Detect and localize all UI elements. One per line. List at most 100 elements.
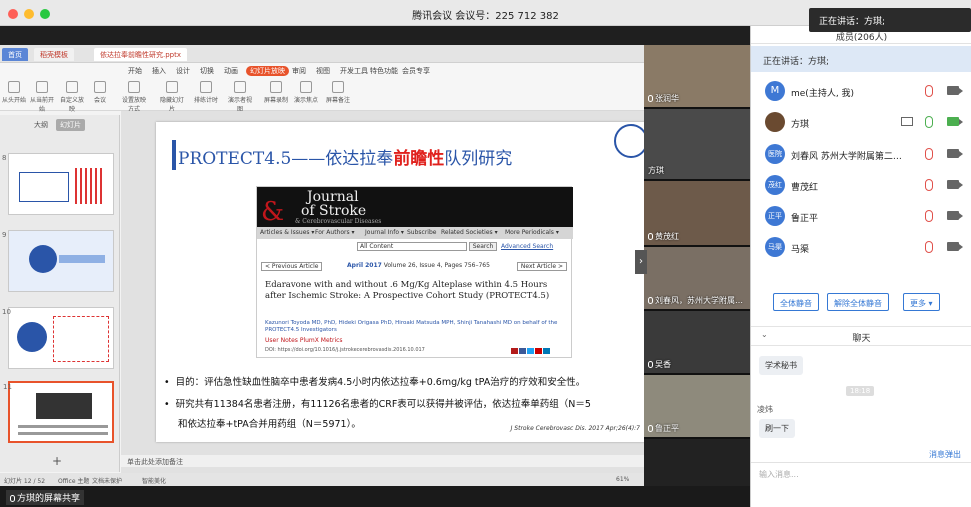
chat-message: 学术秘书 (759, 356, 803, 375)
video-tile[interactable]: 鲁正平 (644, 375, 750, 439)
add-slide-icon[interactable]: + (52, 454, 62, 468)
menu-insert[interactable]: 插入 (152, 66, 166, 76)
university-seal-icon (614, 124, 648, 158)
journal-screenshot: & Journal of Stroke & Cerebrovascular Di… (256, 186, 573, 358)
notes-bar[interactable]: 单击此处添加备注 (121, 455, 644, 467)
video-tile[interactable]: 黄茂红 (644, 181, 750, 247)
mic-muted-icon[interactable] (925, 179, 933, 191)
journal-nav-item: Related Societies ▾ (441, 229, 498, 236)
video-name: 方琪 (648, 165, 664, 176)
mic-muted-icon[interactable] (925, 210, 933, 222)
menu-member[interactable]: 会员专享 (402, 66, 430, 76)
zoom-level[interactable]: 61% (616, 476, 629, 483)
video-name-text: 黄茂红 (655, 232, 679, 241)
journal-next: Next Article > (516, 262, 567, 271)
status-beautify[interactable]: 智能美化 (142, 476, 166, 485)
ppt-tab-bar: 首页 稻壳模板 依达拉奉前瞻性研究.pptx (0, 45, 644, 63)
focus-icon (300, 81, 312, 93)
video-tile[interactable]: 吴香 (644, 311, 750, 375)
menu-review[interactable]: 审阅 (292, 66, 306, 76)
title-prefix: PROTECT4.5——依达拉奉 (178, 149, 394, 169)
ribbon-rehearse[interactable]: 排练计时 (192, 81, 220, 104)
mic-muted-icon[interactable] (925, 241, 933, 253)
member-row[interactable]: 方琪 (751, 107, 971, 137)
menu-transition[interactable]: 切换 (200, 66, 214, 76)
tab-home[interactable]: 首页 (2, 48, 28, 61)
camera-icon[interactable] (947, 149, 963, 158)
slide-thumbnail[interactable]: 8 (2, 153, 114, 215)
ppt-status-bar: 幻灯片 12 / 52 Office 主题 文档未保护 智能美化 61% (0, 473, 644, 486)
chat-input[interactable]: 输入消息... (751, 462, 971, 507)
member-name: 刘春风 苏州大学附属第二… (791, 152, 901, 162)
slide-thumbnail[interactable]: 9 (2, 230, 114, 292)
camera-icon[interactable] (947, 211, 963, 220)
mic-muted-icon[interactable] (925, 85, 933, 97)
chat-popout-link[interactable]: 消息弹出 (929, 449, 961, 460)
collapse-chat-icon[interactable]: ⌄ (761, 330, 768, 339)
member-row[interactable]: 医院 刘春风 苏州大学附属第二… (751, 139, 971, 169)
slides-tab[interactable]: 幻灯片 (56, 119, 85, 131)
camera-icon[interactable] (947, 242, 963, 251)
menu-features[interactable]: 特色功能 (370, 66, 398, 76)
bullet-continuation: 和依达拉奉+tPA合并用药组（N＝5971）。 (178, 419, 361, 430)
journal-nav-item: For Authors ▾ (315, 229, 355, 236)
menu-view[interactable]: 视图 (316, 66, 330, 76)
member-row[interactable]: 正平 鲁正平 (751, 201, 971, 231)
menu-start[interactable]: 开始 (128, 66, 142, 76)
ribbon-presenter-view[interactable]: 演示者视图 (226, 81, 254, 113)
camera-icon[interactable] (947, 180, 963, 189)
share-icon (511, 348, 518, 354)
video-tile[interactable]: 刘春风，苏州大学附属… (644, 247, 750, 311)
journal-search-button: Search (469, 242, 497, 251)
thumb-number: 9 (2, 231, 7, 239)
menu-devtools[interactable]: 开发工具 (340, 66, 368, 76)
video-name: 鲁正平 (648, 423, 679, 434)
member-row[interactable]: 马渠 马渠 (751, 232, 971, 262)
title-suffix: 队列研究 (444, 149, 513, 169)
slide-thumbnail-selected[interactable]: 11 (3, 381, 114, 443)
video-tile[interactable]: 张润华 (644, 45, 750, 109)
collapse-video-icon[interactable]: › (635, 250, 647, 274)
avatar: 茂红 (765, 175, 785, 195)
more-button[interactable]: 更多 ▾ (903, 293, 940, 311)
journal-nav: Articles & Issues ▾ For Authors ▾ Journa… (257, 227, 573, 239)
menu-animation[interactable]: 动画 (224, 66, 238, 76)
ribbon-from-current[interactable]: 从当前开始 (28, 81, 56, 113)
mic-active-icon[interactable] (925, 116, 933, 128)
mute-all-button[interactable]: 全体静音 (773, 293, 819, 311)
member-name: 马渠 (791, 245, 810, 255)
facebook-icon (519, 348, 526, 354)
share-icons (511, 347, 551, 357)
article-title: Edaravone with and without .6 Mg/Kg Alte… (265, 280, 550, 301)
camera-icon[interactable] (947, 86, 963, 95)
ribbon-custom-show[interactable]: 自定义放映 (58, 81, 86, 113)
screen-share-footer: 方琪的屏幕共享 (0, 486, 750, 507)
ribbon-focus[interactable]: 演示焦点 (292, 81, 320, 104)
member-row[interactable]: M me(主持人, 我) (751, 76, 971, 106)
twitter-icon (527, 348, 534, 354)
slide-thumbnail[interactable]: 10 (2, 307, 114, 369)
ribbon-from-start[interactable]: 从头开始 (0, 81, 28, 104)
outline-tab[interactable]: 大纲 (34, 120, 48, 130)
journal-issue-bar: < Previous Article April 2017 Volume 26,… (261, 262, 567, 272)
tab-document[interactable]: 依达拉奉前瞻性研究.pptx (94, 48, 187, 61)
menu-design[interactable]: 设计 (176, 66, 190, 76)
unmute-all-button[interactable]: 解除全体静音 (827, 293, 889, 311)
video-tile[interactable]: 方琪 (644, 109, 750, 181)
ribbon-meeting[interactable]: 会议 (86, 81, 114, 104)
mic-icon (648, 425, 653, 432)
current-slide[interactable]: PROTECT4.5——依达拉奉前瞻性队列研究 & Journal of Str… (156, 122, 648, 442)
member-row[interactable]: 茂红 曹茂红 (751, 170, 971, 200)
tab-docer[interactable]: 稻壳模板 (34, 48, 74, 61)
ribbon-notes[interactable]: 屏幕备注 (324, 81, 352, 104)
mic-muted-icon[interactable] (925, 148, 933, 160)
ribbon-setup-show[interactable]: 设置放映方式 (120, 81, 148, 113)
camera-on-icon[interactable] (947, 117, 963, 126)
ribbon-screen-record[interactable]: 屏幕录制 (262, 81, 290, 104)
menu-slideshow-active[interactable]: 幻灯片放映 (246, 66, 289, 76)
ribbon-hide-slide[interactable]: 隐藏幻灯片 (158, 81, 186, 113)
journal-search-select: All Content (357, 242, 467, 251)
ribbon-label: 会议 (93, 97, 106, 104)
custom-show-icon (66, 81, 78, 93)
video-name-text: 鲁正平 (655, 424, 679, 433)
